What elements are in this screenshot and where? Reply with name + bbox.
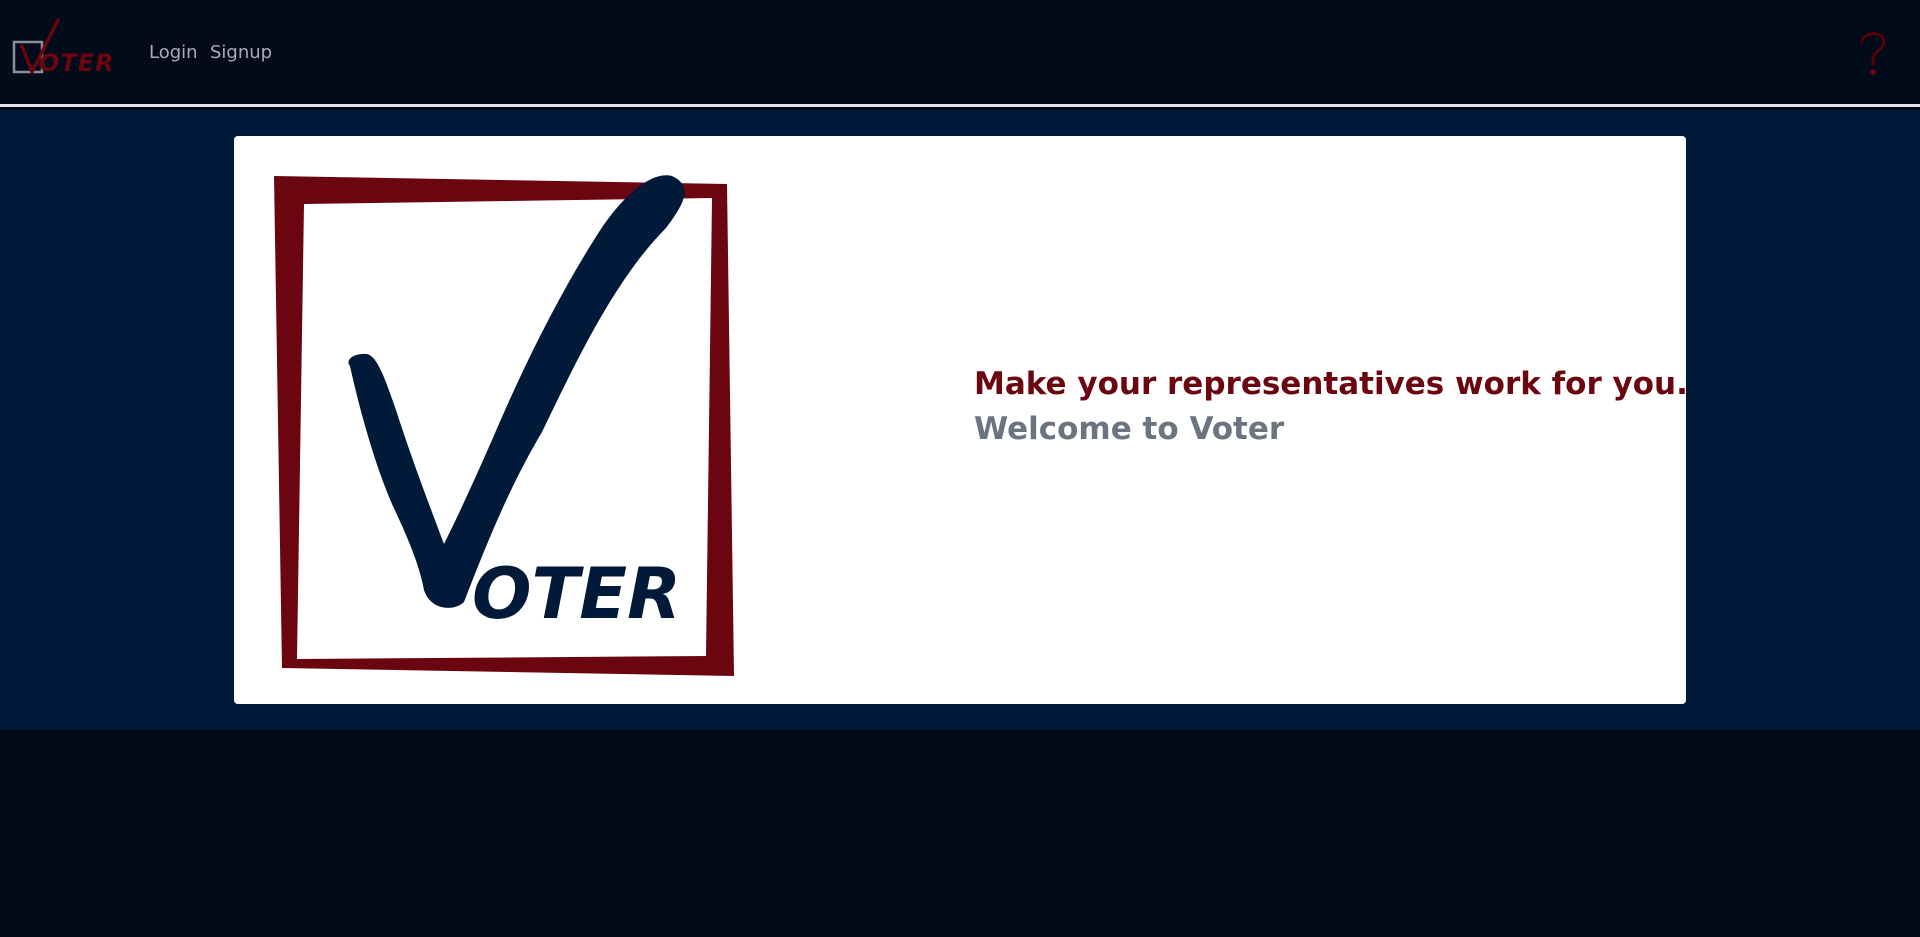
nav-signup-link[interactable]: Signup (210, 42, 272, 63)
voter-logo: OTER (274, 140, 734, 700)
welcome-card: OTER Make your representatives work for … (234, 136, 1688, 704)
logo-wordmark: OTER (472, 553, 681, 635)
voter-checkmark-logo: OTER (274, 175, 734, 676)
hero-headline: Make your representatives work for you. (974, 366, 1688, 402)
top-navbar: OTER Login Signup (0, 0, 1920, 107)
brand-logo-link[interactable]: OTER (12, 16, 126, 80)
hero-subline: Welcome to Voter (974, 411, 1285, 447)
question-mark-icon (1860, 32, 1886, 75)
help-button[interactable] (1856, 28, 1890, 78)
svg-text:OTER: OTER (39, 49, 115, 77)
hero-section: OTER Make your representatives work for … (0, 110, 1920, 730)
nav-login-link[interactable]: Login (149, 42, 198, 63)
brand-logo-icon: OTER (12, 18, 115, 77)
